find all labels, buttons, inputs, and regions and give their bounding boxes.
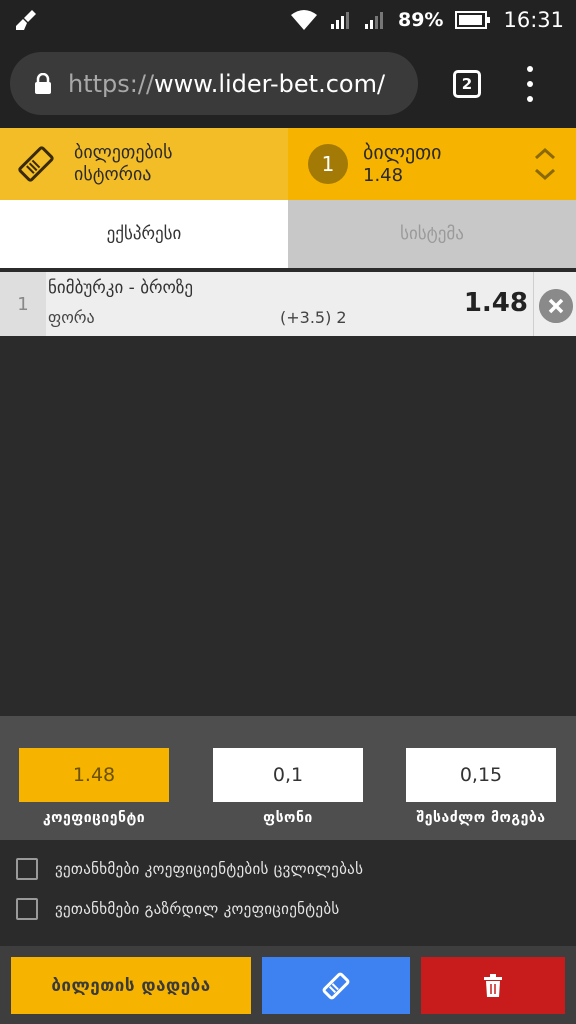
status-bar: 89% 16:31: [0, 0, 576, 40]
ticket-history-label: ბილეთების ისტორია: [74, 142, 173, 185]
stake-panel: 1.48 კოეფიციენტი 0,1 ფსონი 0,15 შესაძლო …: [0, 716, 576, 840]
accept-odds-change-checkbox[interactable]: ვეთანხმები კოეფიციენტების ცვლილებას: [16, 858, 363, 880]
bet-line: (+3.5) 2: [280, 308, 347, 327]
battery-percent: 89%: [397, 9, 444, 31]
ticket-history-button[interactable]: ბილეთების ისტორია: [0, 128, 288, 200]
bet-type-tabs: ექსპრესი სისტემა: [0, 200, 576, 268]
url-scheme: https://: [68, 69, 155, 98]
tab-count: 2: [461, 75, 473, 93]
action-bar: ბილეთის დადება: [0, 946, 576, 1024]
address-bar[interactable]: https://www.lider-bet.com/: [10, 52, 418, 115]
ticket-icon: [322, 972, 350, 999]
checkbox-box[interactable]: [16, 898, 38, 920]
clock: 16:31: [503, 8, 564, 32]
ticket-total-odds: 1.48: [363, 165, 404, 186]
place-bet-button[interactable]: ბილეთის დადება: [11, 957, 251, 1014]
stake-label: ფსონი: [263, 810, 313, 826]
wifi-icon: [290, 10, 317, 30]
bet-selection-row: 1 ნიმბურკი - ბროზე ფორა (+3.5) 2 1.48: [0, 272, 576, 336]
bet-odds: 1.48: [463, 288, 528, 318]
betslip-header: ბილეთების ისტორია 1 ბილეთი 1.48: [0, 128, 576, 200]
possible-win-label: შესაძლო მოგება: [416, 810, 546, 826]
checkbox-box[interactable]: [16, 858, 38, 880]
chevron-up-down-icon[interactable]: [534, 146, 556, 182]
tab-switcher-button[interactable]: 2: [453, 70, 481, 98]
signal-icon: [330, 12, 349, 29]
trash-icon: [484, 973, 502, 997]
tab-express[interactable]: ექსპრესი: [0, 200, 288, 268]
ticket-icon: [18, 146, 54, 182]
delete-ticket-button[interactable]: [421, 957, 565, 1014]
betslip-empty-area: [0, 336, 576, 716]
menu-dot: [527, 96, 533, 102]
betslip-screen: 89% 16:31 https://www.lider-bet.com/ 2 ბ…: [0, 0, 576, 1024]
url-text: https://www.lider-bet.com/: [68, 70, 385, 98]
tab-system[interactable]: სისტემა: [288, 200, 576, 268]
possible-win-field: 0,15: [406, 748, 556, 802]
accept-odds-change-label: ვეთანხმები კოეფიციენტების ცვლილებას: [55, 860, 364, 878]
accept-raised-odds-checkbox[interactable]: ვეთანხმები გაზრდილ კოეფიციენტებს: [16, 898, 340, 920]
bet-market: ფორა: [48, 308, 95, 327]
ticket-action-button[interactable]: [262, 957, 410, 1014]
lock-icon: [35, 72, 51, 94]
url-host: www.lider-bet.com/: [154, 69, 386, 98]
divider: [533, 272, 534, 336]
accept-raised-odds-label: ვეთანხმები გაზრდილ კოეფიციენტებს: [55, 900, 340, 918]
battery-icon: [455, 11, 491, 29]
odds-field: 1.48: [19, 748, 169, 802]
stake-input[interactable]: 0,1: [213, 748, 363, 802]
bet-match-name: ნიმბურკი - ბროზე: [48, 278, 194, 298]
bet-index: 1: [0, 272, 46, 336]
status-icons: 89% 16:31: [290, 0, 564, 40]
menu-dot: [527, 81, 533, 87]
signal-icon: [364, 12, 383, 29]
agreement-options: ვეთანხმები კოეფიციენტების ცვლილებას ვეთა…: [0, 840, 576, 946]
clean-broom-icon: [16, 10, 36, 30]
menu-dot: [527, 66, 533, 72]
browser-toolbar: https://www.lider-bet.com/ 2: [0, 40, 576, 128]
current-ticket-panel[interactable]: 1 ბილეთი 1.48: [288, 128, 576, 200]
ticket-count-badge: 1: [308, 144, 348, 184]
remove-bet-close-icon[interactable]: [539, 289, 573, 323]
ticket-title: ბილეთი: [363, 140, 442, 164]
odds-label: კოეფიციენტი: [42, 810, 146, 826]
browser-menu-button[interactable]: [520, 66, 540, 102]
